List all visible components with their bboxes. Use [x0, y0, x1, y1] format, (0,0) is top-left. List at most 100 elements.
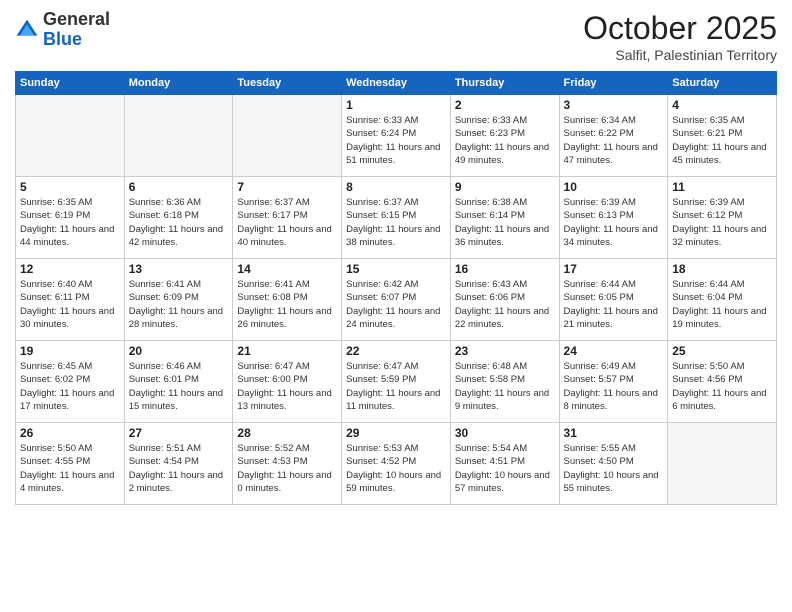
day-number: 13: [129, 262, 229, 276]
day-number: 5: [20, 180, 120, 194]
title-block: October 2025 Salfit, Palestinian Territo…: [583, 10, 777, 63]
month-title: October 2025: [583, 10, 777, 47]
weekday-header: Saturday: [668, 72, 777, 95]
day-number: 16: [455, 262, 555, 276]
cell-text: Sunrise: 6:42 AM Sunset: 6:07 PM Dayligh…: [346, 278, 446, 331]
calendar-cell: 19 Sunrise: 6:45 AM Sunset: 6:02 PM Dayli…: [16, 341, 125, 423]
day-number: 9: [455, 180, 555, 194]
cell-text: Sunrise: 6:44 AM Sunset: 6:04 PM Dayligh…: [672, 278, 772, 331]
calendar-cell: 9 Sunrise: 6:38 AM Sunset: 6:14 PM Daylig…: [450, 177, 559, 259]
cell-text: Sunrise: 6:33 AM Sunset: 6:24 PM Dayligh…: [346, 114, 446, 167]
cell-text: Sunrise: 6:35 AM Sunset: 6:19 PM Dayligh…: [20, 196, 120, 249]
day-number: 29: [346, 426, 446, 440]
cell-text: Sunrise: 6:41 AM Sunset: 6:08 PM Dayligh…: [237, 278, 337, 331]
day-number: 19: [20, 344, 120, 358]
calendar-cell: 12Sunrise: 6:40 AM Sunset: 6:11 PM Dayli…: [16, 259, 125, 341]
calendar-week-row: 12Sunrise: 6:40 AM Sunset: 6:11 PM Dayli…: [16, 259, 777, 341]
day-number: 25: [672, 344, 772, 358]
day-number: 3: [564, 98, 664, 112]
calendar-week-row: 5 Sunrise: 6:35 AM Sunset: 6:19 PM Daylig…: [16, 177, 777, 259]
cell-text: Sunrise: 5:55 AM Sunset: 4:50 PM Dayligh…: [564, 442, 664, 495]
calendar: SundayMondayTuesdayWednesdayThursdayFrid…: [15, 71, 777, 505]
calendar-cell: 21 Sunrise: 6:47 AM Sunset: 6:00 PM Dayli…: [233, 341, 342, 423]
calendar-cell: 6Sunrise: 6:36 AM Sunset: 6:18 PM Daylig…: [124, 177, 233, 259]
cell-text: Sunrise: 6:38 AM Sunset: 6:14 PM Dayligh…: [455, 196, 555, 249]
cell-text: Sunrise: 6:48 AM Sunset: 5:58 PM Dayligh…: [455, 360, 555, 413]
day-number: 27: [129, 426, 229, 440]
day-number: 26: [20, 426, 120, 440]
day-number: 30: [455, 426, 555, 440]
calendar-cell: 2 Sunrise: 6:33 AM Sunset: 6:23 PM Daylig…: [450, 95, 559, 177]
calendar-cell: 31 Sunrise: 5:55 AM Sunset: 4:50 PM Dayli…: [559, 423, 668, 505]
calendar-cell: [668, 423, 777, 505]
calendar-cell: 29 Sunrise: 5:53 AM Sunset: 4:52 PM Dayli…: [342, 423, 451, 505]
cell-text: Sunrise: 6:47 AM Sunset: 6:00 PM Dayligh…: [237, 360, 337, 413]
weekday-header: Friday: [559, 72, 668, 95]
calendar-cell: 27Sunrise: 5:51 AM Sunset: 4:54 PM Dayli…: [124, 423, 233, 505]
day-number: 10: [564, 180, 664, 194]
day-number: 23: [455, 344, 555, 358]
calendar-cell: 24 Sunrise: 6:49 AM Sunset: 5:57 PM Dayli…: [559, 341, 668, 423]
cell-text: Sunrise: 6:39 AM Sunset: 6:12 PM Dayligh…: [672, 196, 772, 249]
calendar-cell: [124, 95, 233, 177]
cell-text: Sunrise: 5:53 AM Sunset: 4:52 PM Dayligh…: [346, 442, 446, 495]
cell-text: Sunrise: 6:37 AM Sunset: 6:17 PM Dayligh…: [237, 196, 337, 249]
cell-text: Sunrise: 6:34 AM Sunset: 6:22 PM Dayligh…: [564, 114, 664, 167]
day-number: 2: [455, 98, 555, 112]
cell-text: Sunrise: 5:50 AM Sunset: 4:55 PM Dayligh…: [20, 442, 120, 495]
calendar-cell: 5 Sunrise: 6:35 AM Sunset: 6:19 PM Daylig…: [16, 177, 125, 259]
location: Salfit, Palestinian Territory: [583, 47, 777, 63]
day-number: 14: [237, 262, 337, 276]
day-number: 21: [237, 344, 337, 358]
page: General Blue October 2025 Salfit, Palest…: [0, 0, 792, 612]
calendar-cell: 10 Sunrise: 6:39 AM Sunset: 6:13 PM Dayli…: [559, 177, 668, 259]
header: General Blue October 2025 Salfit, Palest…: [15, 10, 777, 63]
calendar-cell: 22 Sunrise: 6:47 AM Sunset: 5:59 PM Dayli…: [342, 341, 451, 423]
calendar-cell: 14 Sunrise: 6:41 AM Sunset: 6:08 PM Dayli…: [233, 259, 342, 341]
cell-text: Sunrise: 6:49 AM Sunset: 5:57 PM Dayligh…: [564, 360, 664, 413]
day-number: 11: [672, 180, 772, 194]
calendar-cell: 7Sunrise: 6:37 AM Sunset: 6:17 PM Daylig…: [233, 177, 342, 259]
calendar-cell: 16Sunrise: 6:43 AM Sunset: 6:06 PM Dayli…: [450, 259, 559, 341]
day-number: 6: [129, 180, 229, 194]
weekday-header: Tuesday: [233, 72, 342, 95]
day-number: 20: [129, 344, 229, 358]
calendar-cell: 13Sunrise: 6:41 AM Sunset: 6:09 PM Dayli…: [124, 259, 233, 341]
calendar-cell: 30 Sunrise: 5:54 AM Sunset: 4:51 PM Dayli…: [450, 423, 559, 505]
cell-text: Sunrise: 6:45 AM Sunset: 6:02 PM Dayligh…: [20, 360, 120, 413]
logo: General Blue: [15, 10, 110, 50]
day-number: 28: [237, 426, 337, 440]
cell-text: Sunrise: 5:50 AM Sunset: 4:56 PM Dayligh…: [672, 360, 772, 413]
calendar-cell: 18Sunrise: 6:44 AM Sunset: 6:04 PM Dayli…: [668, 259, 777, 341]
logo-icon: [15, 18, 39, 42]
calendar-cell: [16, 95, 125, 177]
calendar-cell: 25 Sunrise: 5:50 AM Sunset: 4:56 PM Dayli…: [668, 341, 777, 423]
calendar-week-row: 26 Sunrise: 5:50 AM Sunset: 4:55 PM Dayli…: [16, 423, 777, 505]
calendar-cell: 3 Sunrise: 6:34 AM Sunset: 6:22 PM Daylig…: [559, 95, 668, 177]
calendar-cell: 1 Sunrise: 6:33 AM Sunset: 6:24 PM Daylig…: [342, 95, 451, 177]
day-number: 12: [20, 262, 120, 276]
day-number: 24: [564, 344, 664, 358]
logo-blue: Blue: [43, 30, 110, 50]
day-number: 22: [346, 344, 446, 358]
logo-general: General: [43, 10, 110, 30]
cell-text: Sunrise: 6:46 AM Sunset: 6:01 PM Dayligh…: [129, 360, 229, 413]
weekday-header: Wednesday: [342, 72, 451, 95]
calendar-week-row: 1 Sunrise: 6:33 AM Sunset: 6:24 PM Daylig…: [16, 95, 777, 177]
cell-text: Sunrise: 6:47 AM Sunset: 5:59 PM Dayligh…: [346, 360, 446, 413]
calendar-week-row: 19 Sunrise: 6:45 AM Sunset: 6:02 PM Dayli…: [16, 341, 777, 423]
logo-text: General Blue: [43, 10, 110, 50]
calendar-cell: 11 Sunrise: 6:39 AM Sunset: 6:12 PM Dayli…: [668, 177, 777, 259]
day-number: 1: [346, 98, 446, 112]
cell-text: Sunrise: 6:33 AM Sunset: 6:23 PM Dayligh…: [455, 114, 555, 167]
cell-text: Sunrise: 6:39 AM Sunset: 6:13 PM Dayligh…: [564, 196, 664, 249]
day-number: 17: [564, 262, 664, 276]
cell-text: Sunrise: 6:37 AM Sunset: 6:15 PM Dayligh…: [346, 196, 446, 249]
day-number: 4: [672, 98, 772, 112]
weekday-header: Sunday: [16, 72, 125, 95]
cell-text: Sunrise: 5:54 AM Sunset: 4:51 PM Dayligh…: [455, 442, 555, 495]
day-number: 31: [564, 426, 664, 440]
cell-text: Sunrise: 6:35 AM Sunset: 6:21 PM Dayligh…: [672, 114, 772, 167]
day-number: 8: [346, 180, 446, 194]
weekday-header: Monday: [124, 72, 233, 95]
